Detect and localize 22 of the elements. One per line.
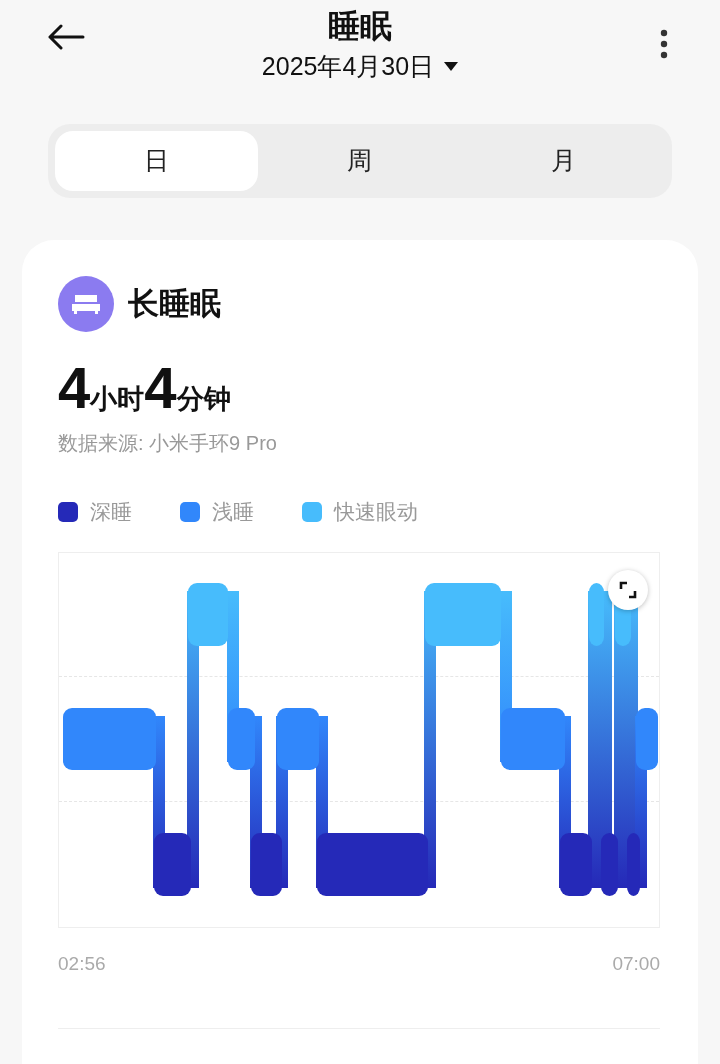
period-tab[interactable]: 月 [461, 131, 665, 191]
duration-unit: 分钟 [176, 384, 231, 416]
duration-value: 4 [58, 356, 91, 420]
data-source: 数据来源: 小米手环9 Pro [58, 431, 278, 456]
end-time: 07:00 [612, 951, 660, 976]
legend-label: 快速眼动 [334, 499, 418, 525]
bed-icon [58, 276, 114, 332]
caret-icon [444, 61, 459, 71]
duration-value: 4 [144, 356, 177, 420]
date-picker[interactable]: 2025年4月30日 [261, 48, 459, 84]
legend-label: 浅睡 [212, 499, 254, 525]
period-tab[interactable]: 日 [55, 131, 259, 191]
expand-button[interactable] [608, 569, 648, 610]
back-icon[interactable] [47, 24, 85, 50]
expand-icon [619, 580, 637, 599]
more-icon[interactable] [659, 29, 669, 59]
legend-label: 深睡 [90, 499, 132, 525]
card-title: 长睡眠 [128, 284, 221, 323]
start-time: 02:56 [58, 951, 106, 976]
period-tab[interactable]: 周 [258, 131, 462, 191]
page-title: 睡眠 [328, 7, 392, 46]
duration-unit: 小时 [90, 384, 145, 416]
